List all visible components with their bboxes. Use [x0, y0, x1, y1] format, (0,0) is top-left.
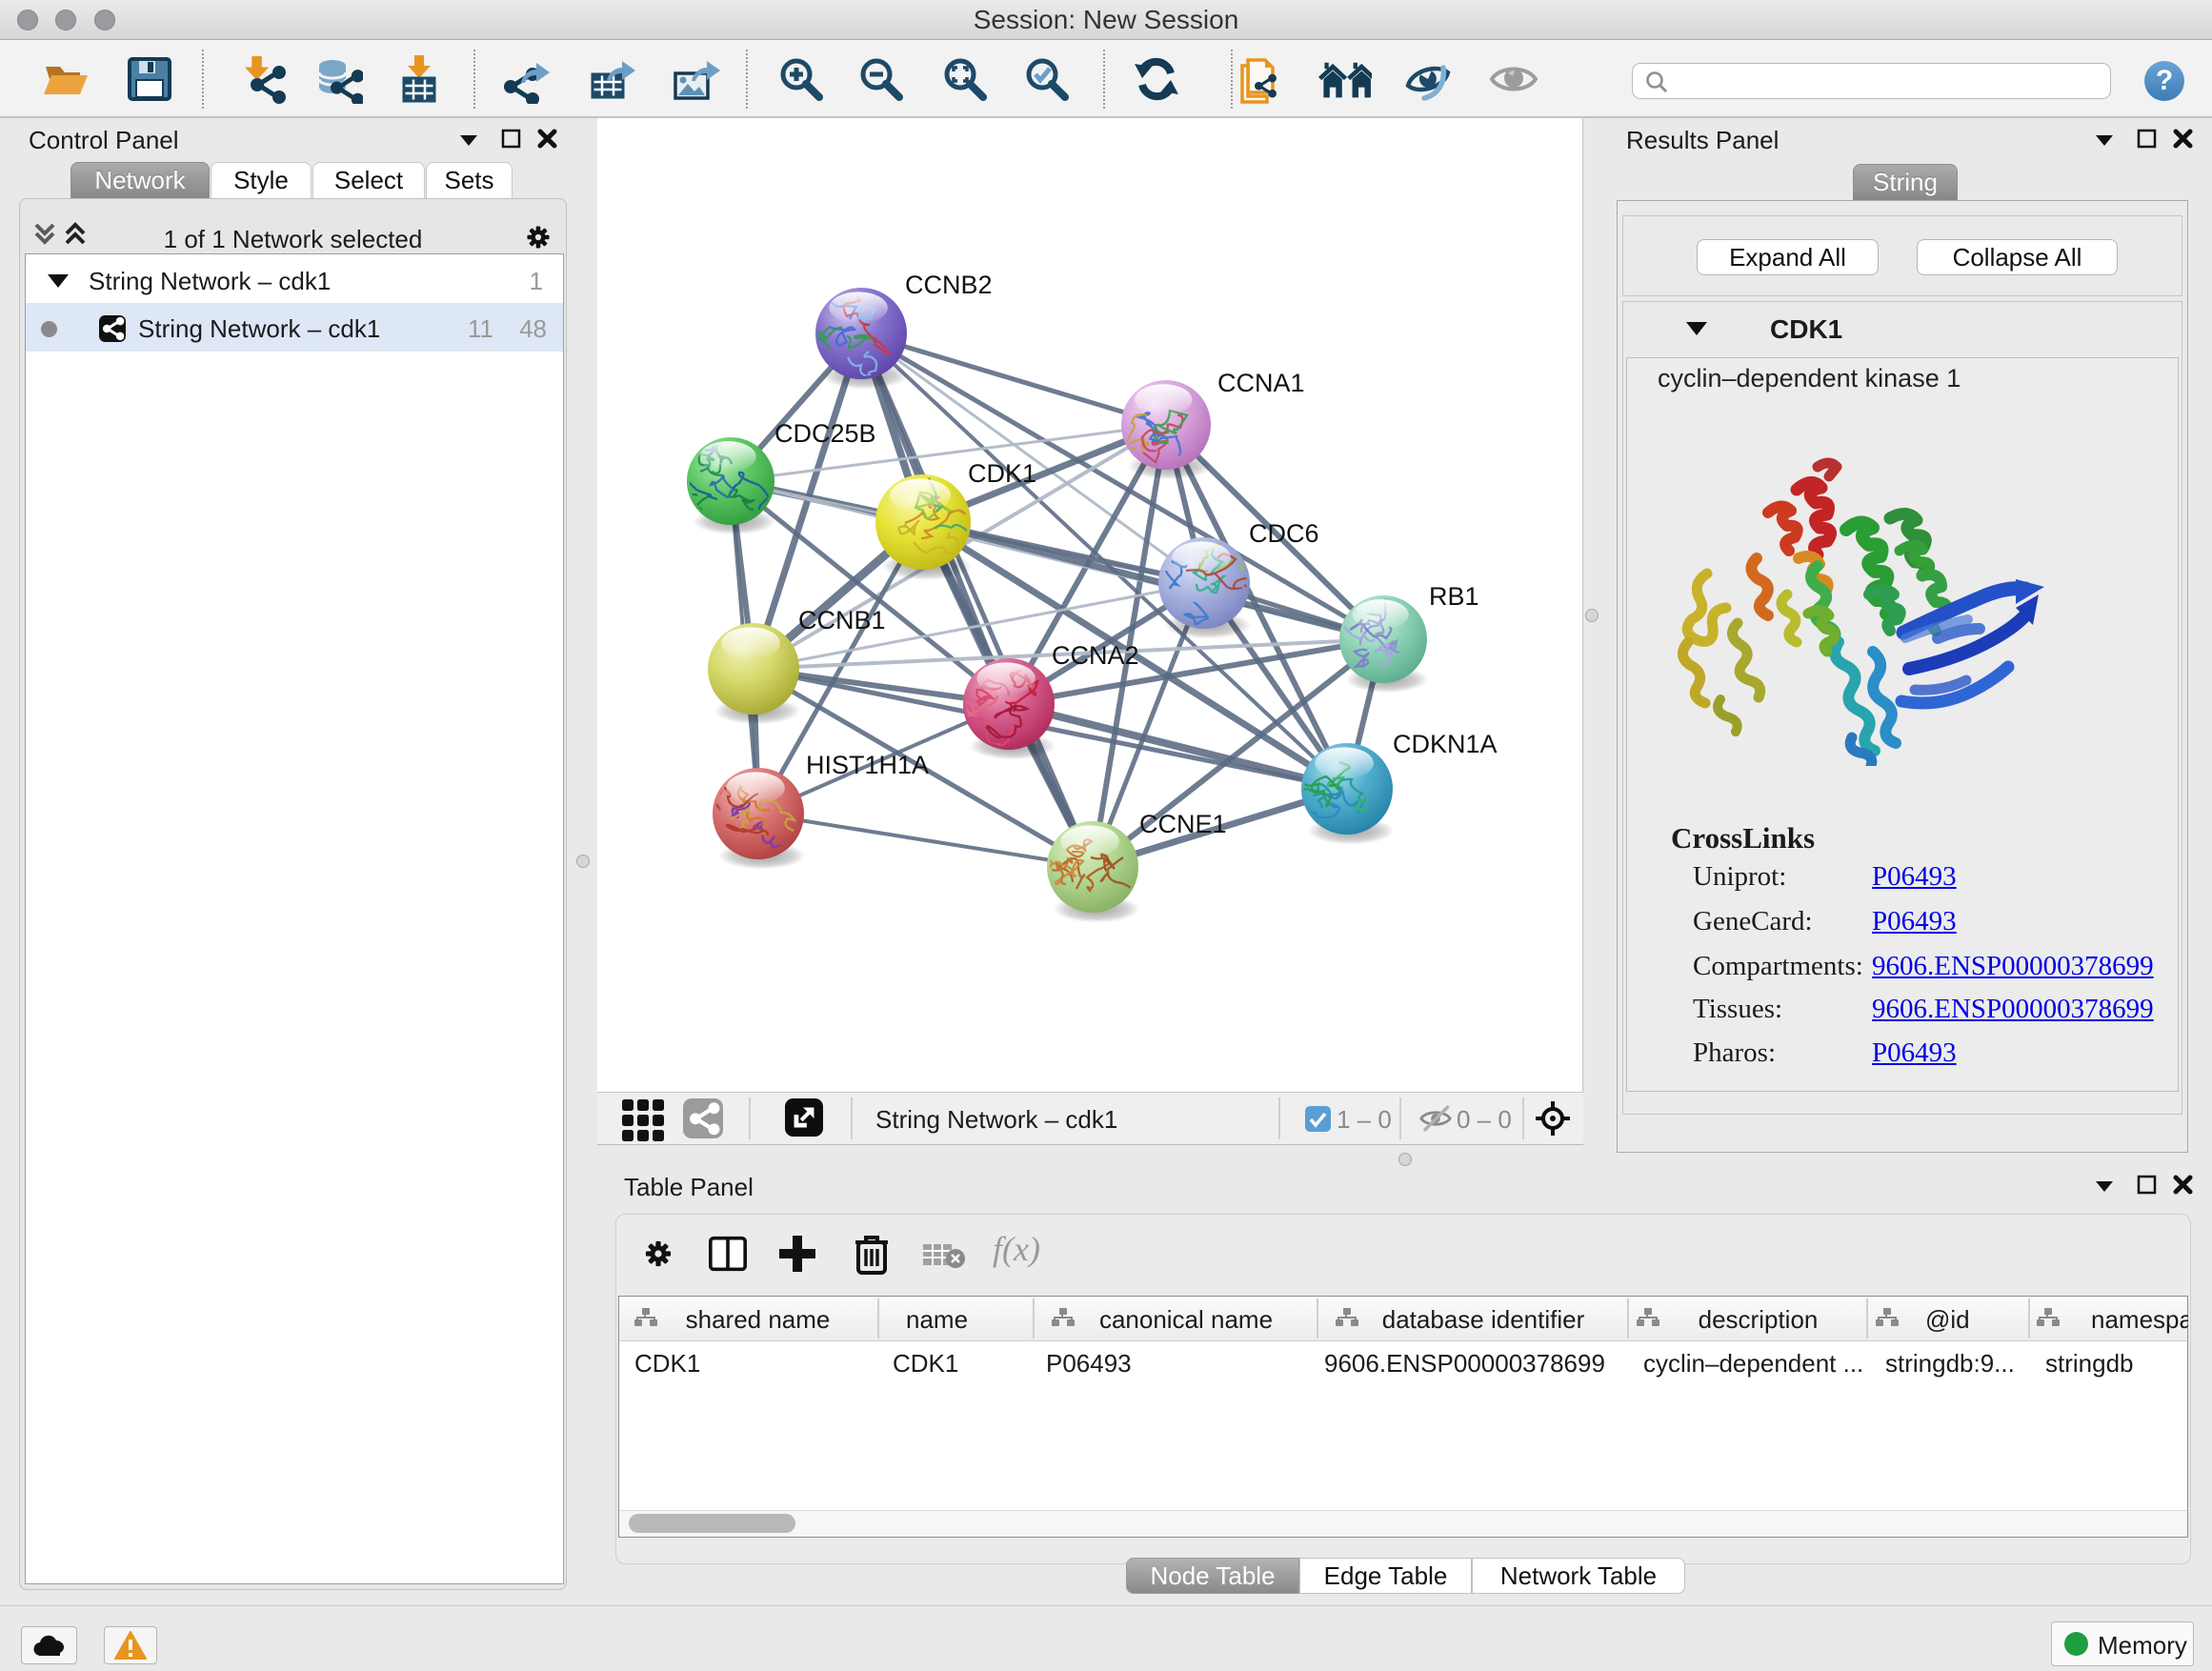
svg-text:CCNB2: CCNB2	[905, 271, 993, 299]
svg-text:CCNA2: CCNA2	[1052, 641, 1139, 670]
svg-text:CDC6: CDC6	[1249, 519, 1319, 548]
svg-text:RB1: RB1	[1429, 582, 1479, 611]
svg-text:CDKN1A: CDKN1A	[1393, 730, 1498, 758]
svg-text:CDK1: CDK1	[968, 459, 1036, 488]
svg-text:HIST1H1A: HIST1H1A	[806, 751, 929, 779]
svg-text:CCNB1: CCNB1	[798, 606, 886, 634]
svg-text:CCNE1: CCNE1	[1139, 810, 1227, 838]
svg-text:CCNA1: CCNA1	[1217, 369, 1305, 397]
svg-text:CDC25B: CDC25B	[774, 419, 876, 448]
